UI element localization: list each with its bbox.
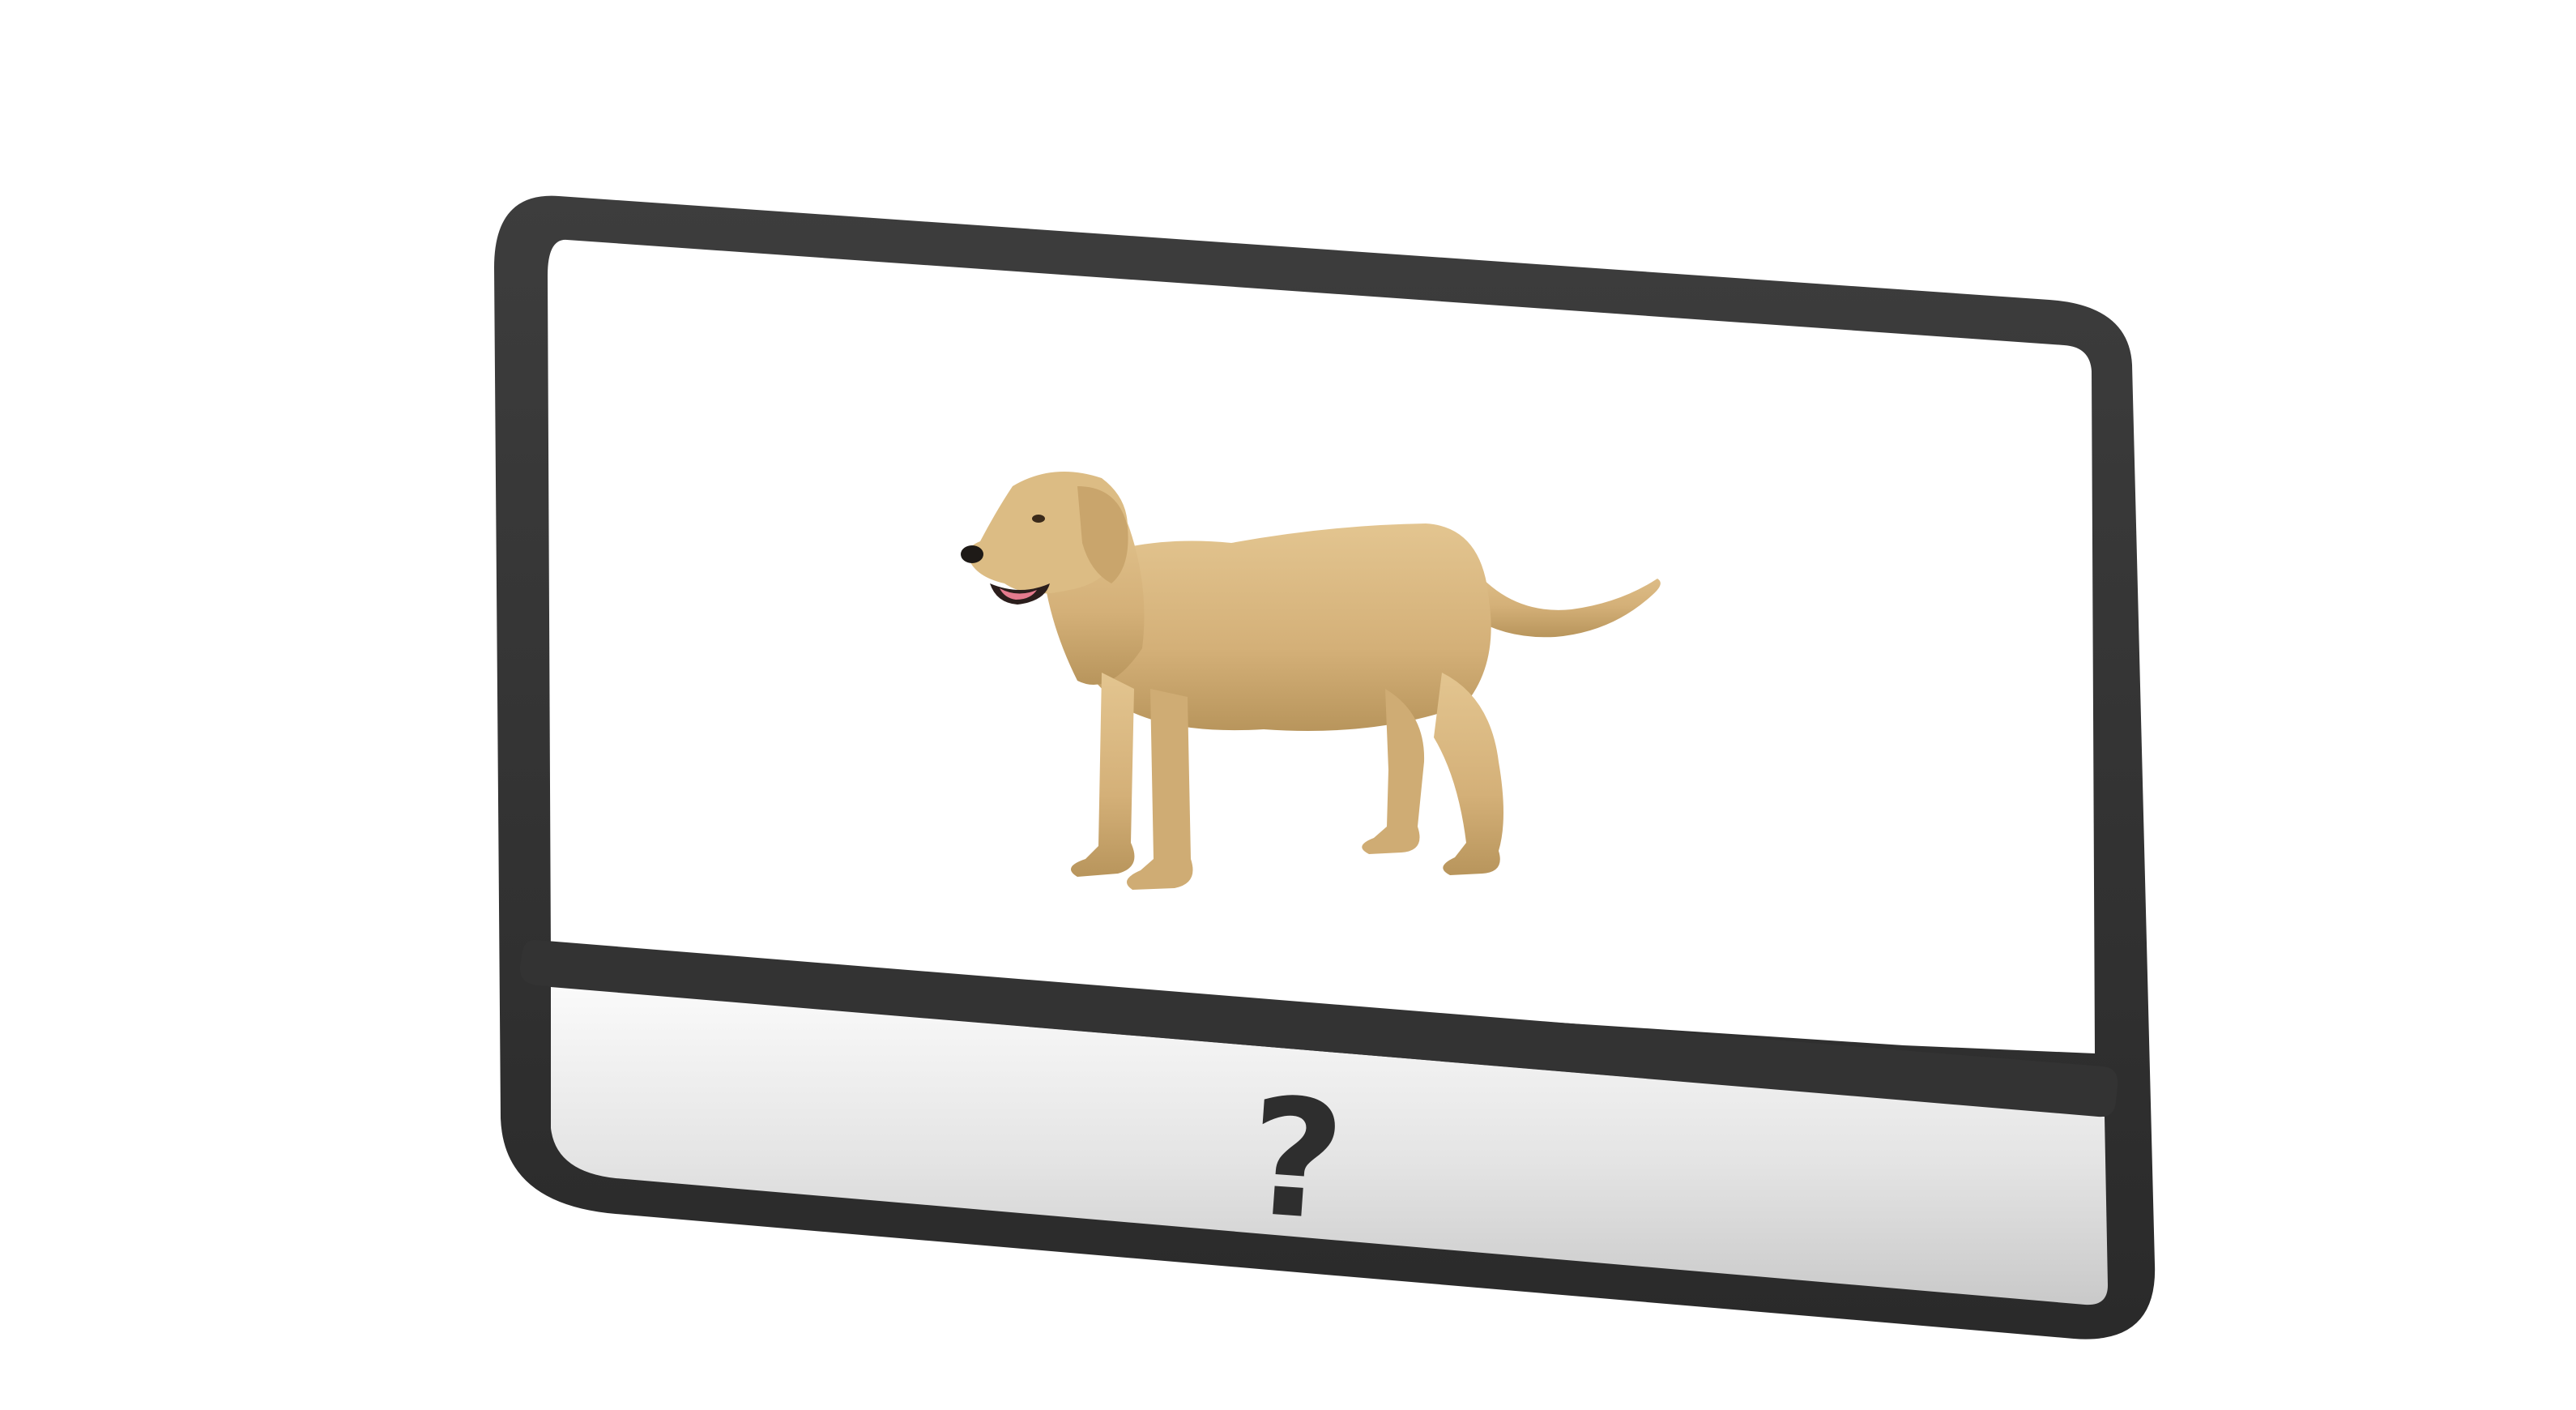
flashcard-card: ? bbox=[494, 195, 2156, 1340]
dog-eye bbox=[1032, 515, 1045, 523]
dog-nose bbox=[961, 545, 983, 563]
flashcard-scene: ? bbox=[0, 0, 2576, 1410]
answer-question-mark: ? bbox=[1243, 1062, 1350, 1258]
